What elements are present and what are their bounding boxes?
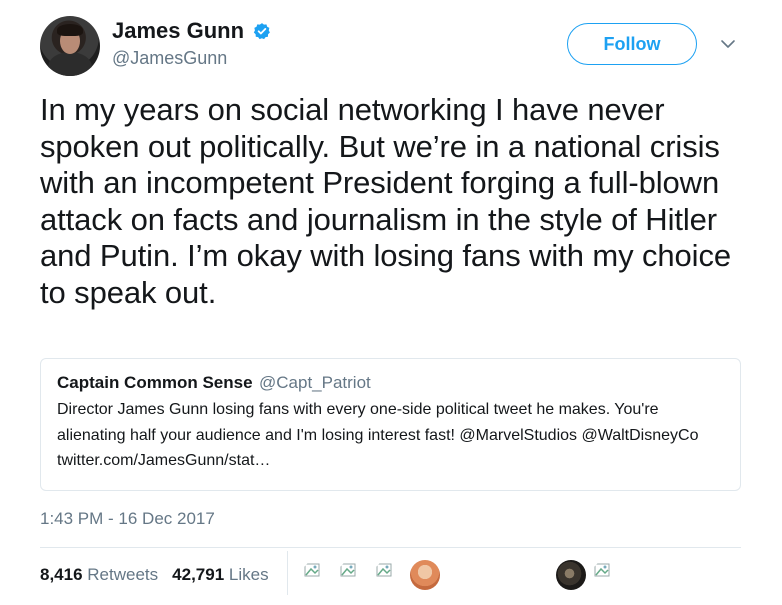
likes-stat[interactable]: 42,791 Likes xyxy=(172,565,268,585)
liker-avatar[interactable] xyxy=(410,560,440,590)
tweet-timestamp[interactable]: 1:43 PM - 16 Dec 2017 xyxy=(40,509,215,529)
quoted-tweet-text: Director James Gunn losing fans with eve… xyxy=(57,401,699,469)
avatar-shirt-shape xyxy=(48,52,92,76)
tweet-text: In my years on social networking I have … xyxy=(40,92,731,310)
quoted-author-handle: @Capt_Patriot xyxy=(259,373,371,392)
broken-image-icon xyxy=(594,563,610,577)
author-display-name[interactable]: James Gunn xyxy=(112,18,244,44)
broken-image-icon xyxy=(340,563,356,577)
quoted-tweet-header: Captain Common Sense @Capt_Patriot xyxy=(57,373,724,393)
retweets-label: Retweets xyxy=(87,565,159,584)
liker-avatar-broken-image[interactable] xyxy=(302,560,332,590)
avatar-hair-shape xyxy=(57,24,83,36)
likes-count: 42,791 xyxy=(172,565,225,584)
quoted-author-name: Captain Common Sense xyxy=(57,373,253,392)
tweet-stats: 8,416 Retweets 42,791 Likes xyxy=(40,565,269,585)
quoted-tweet-card[interactable]: Captain Common Sense @Capt_Patriot Direc… xyxy=(40,358,741,491)
tweet-header: James Gunn @JamesGunn Follow xyxy=(40,14,742,78)
liker-avatar-broken-image[interactable] xyxy=(374,560,404,590)
retweets-stat[interactable]: 8,416 Retweets xyxy=(40,565,158,585)
broken-image-icon xyxy=(376,563,392,577)
retweets-count: 8,416 xyxy=(40,565,83,584)
liker-avatar-broken-image[interactable] xyxy=(338,560,368,590)
chevron-down-icon[interactable] xyxy=(720,38,736,50)
liker-avatar-broken-image[interactable] xyxy=(592,560,622,590)
stats-divider xyxy=(40,547,741,548)
broken-image-icon xyxy=(304,563,320,577)
author-handle[interactable]: @JamesGunn xyxy=(112,48,271,69)
verified-badge-icon xyxy=(253,23,270,40)
author-avatar[interactable] xyxy=(40,16,100,76)
author-name-block[interactable]: James Gunn @JamesGunn xyxy=(112,18,271,69)
liker-avatar[interactable] xyxy=(556,560,586,590)
stats-separator xyxy=(287,551,288,595)
follow-button[interactable]: Follow xyxy=(567,23,697,65)
likers-avatars xyxy=(302,560,762,600)
likes-label: Likes xyxy=(228,565,269,584)
